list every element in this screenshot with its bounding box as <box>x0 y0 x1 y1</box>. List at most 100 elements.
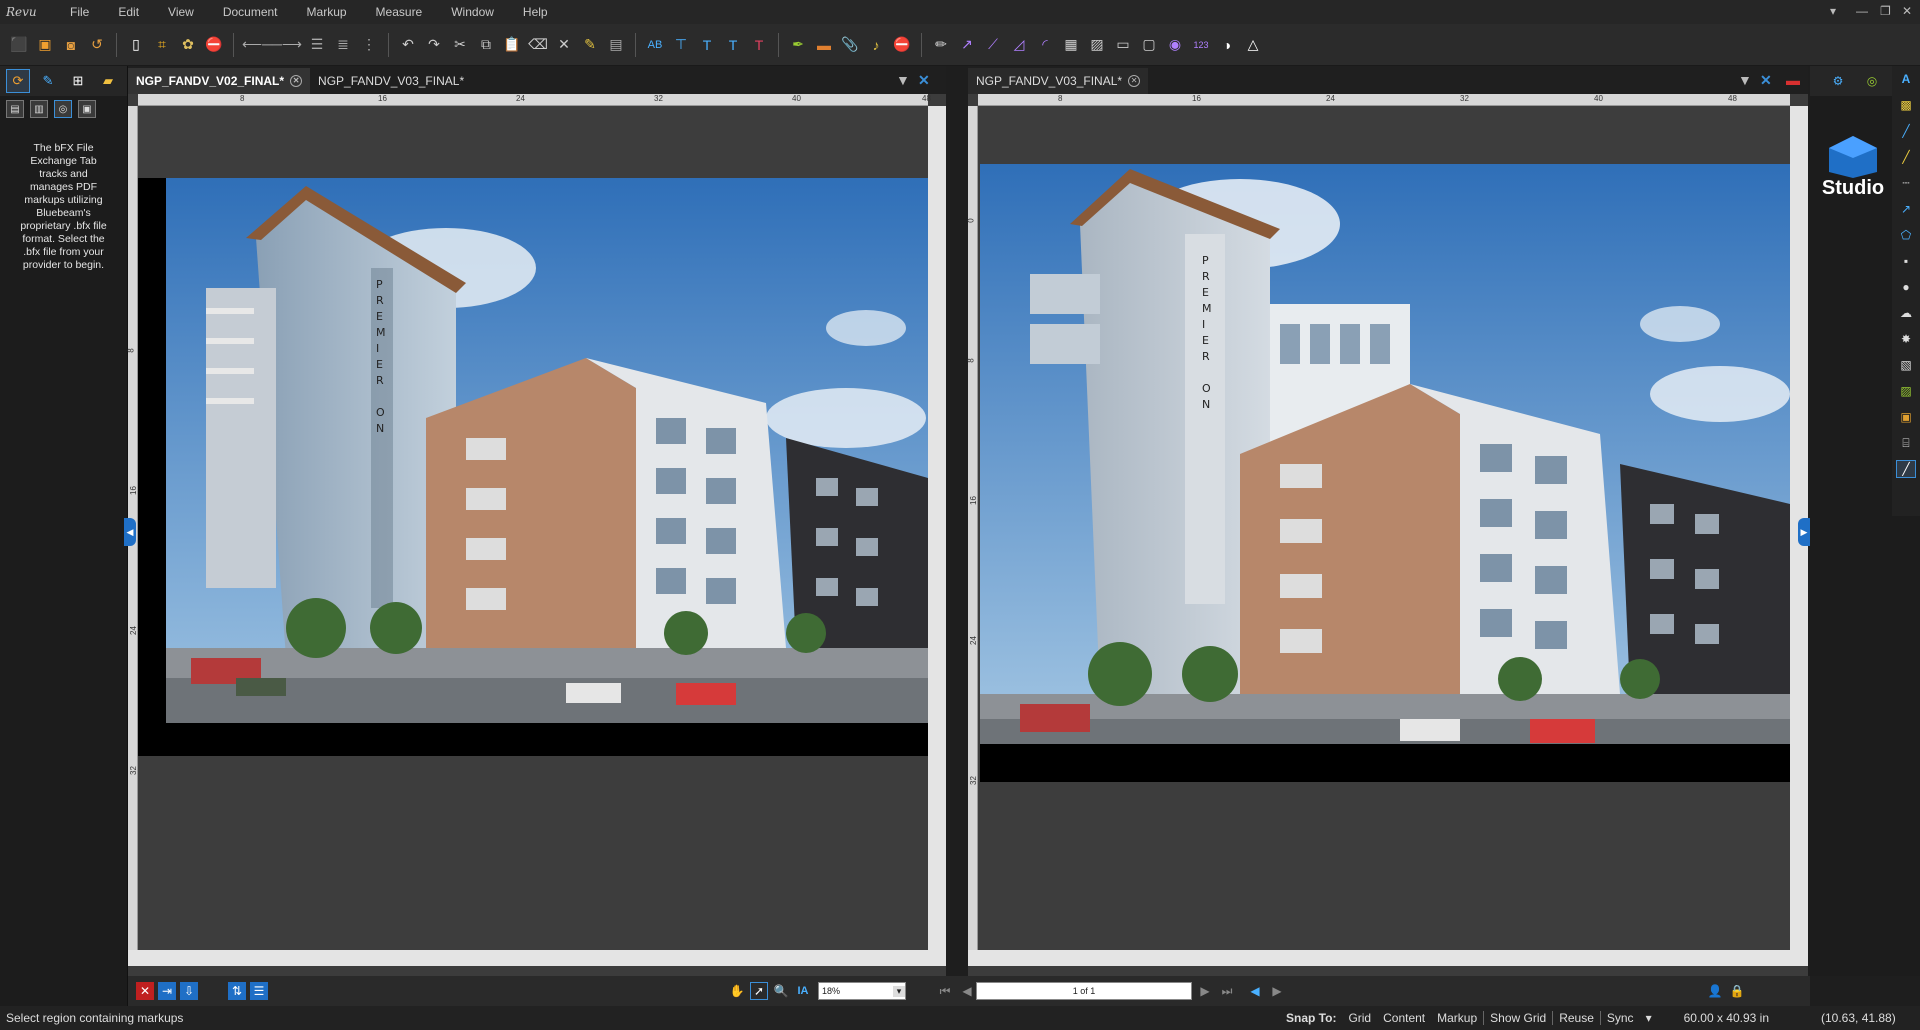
arc-icon[interactable]: ◜ <box>1034 34 1056 56</box>
indent-icon[interactable]: ≣ <box>332 34 354 56</box>
paste-icon[interactable]: 📋 <box>501 34 523 56</box>
line-tool-icon[interactable]: ⟵──⟶ <box>242 34 302 56</box>
menu-help[interactable]: Help <box>509 5 563 19</box>
show-grid-toggle[interactable]: Show Grid <box>1483 1011 1552 1025</box>
page-number-field[interactable]: 1 of 1 <box>976 982 1192 1000</box>
user-icon[interactable]: 👤 <box>1706 982 1724 1000</box>
cloud-tool-icon[interactable]: ☁ <box>1896 304 1916 322</box>
volume-icon[interactable]: ▦ <box>1060 34 1082 56</box>
minimize-button[interactable]: — <box>1856 4 1868 18</box>
left-panel-collapse-icon[interactable]: ◀ <box>124 518 136 546</box>
pan-icon[interactable]: ↺ <box>86 34 108 56</box>
tool-chest-tab-icon[interactable]: ▰ <box>96 69 120 93</box>
snap-grid-toggle[interactable]: Grid <box>1342 1011 1377 1025</box>
vertical-scrollbar[interactable] <box>928 106 946 950</box>
stamp-icon[interactable]: ✎ <box>579 34 601 56</box>
rectangle-tool-icon[interactable]: ▪ <box>1896 252 1916 270</box>
tab-v03-right[interactable]: NGP_FANDV_V03_FINAL* ✕ <box>968 68 1149 94</box>
tab-close-icon[interactable]: ✕ <box>1128 75 1141 87</box>
first-page-icon[interactable]: ⏮ <box>936 982 954 1000</box>
close-document-icon[interactable]: ✕ <box>918 72 930 89</box>
area-icon[interactable]: ▨ <box>1086 34 1108 56</box>
menu-edit[interactable]: Edit <box>104 5 154 19</box>
polygon-icon[interactable]: ◿ <box>1008 34 1030 56</box>
ellipse-tool-icon[interactable]: ● <box>1896 278 1916 296</box>
highlighter-tool-icon[interactable]: ╱ <box>1896 148 1916 166</box>
callout-icon[interactable]: ▢ <box>1138 34 1160 56</box>
dotted-line-icon[interactable]: ┄ <box>1896 174 1916 192</box>
last-page-icon[interactable]: ⏭ <box>1218 982 1236 1000</box>
menu-file[interactable]: File <box>56 5 104 19</box>
text-tool-icon[interactable]: A <box>1896 70 1916 88</box>
tab-v02[interactable]: NGP_FANDV_V02_FINAL* ✕ <box>128 68 311 94</box>
highlight-icon[interactable]: ✒ <box>787 34 809 56</box>
measure-tool-icon[interactable]: ╱ <box>1896 460 1916 478</box>
menu-window[interactable]: Window <box>437 5 509 19</box>
note-tool-icon[interactable]: ▩ <box>1896 96 1916 114</box>
properties-icon[interactable]: ▤ <box>605 34 627 56</box>
next-page-icon[interactable]: ▶ <box>1196 982 1214 1000</box>
polygon-tool-icon[interactable]: ⬠ <box>1896 226 1916 244</box>
stamp-tool-icon[interactable]: ✸ <box>1896 330 1916 348</box>
split-vertical-icon[interactable]: ⇩ <box>180 982 198 1000</box>
delete-icon[interactable]: ✕ <box>553 34 575 56</box>
polyline-icon[interactable]: ⟋ <box>982 34 1004 56</box>
reuse-toggle[interactable]: Reuse <box>1552 1011 1600 1025</box>
select-text-icon[interactable]: IA <box>794 982 812 1000</box>
insert-icon[interactable]: ✿ <box>177 34 199 56</box>
angle-icon[interactable]: ◑ <box>1216 34 1238 56</box>
undo-icon[interactable]: ↶ <box>397 34 419 56</box>
tab-v03[interactable]: NGP_FANDV_V03_FINAL* <box>310 68 472 94</box>
copy-icon[interactable]: ⧉ <box>475 34 497 56</box>
zoom-dropdown-icon[interactable]: ▾ <box>893 985 905 997</box>
bfx-sync-icon[interactable]: ▣ <box>78 100 96 118</box>
outline-icon[interactable]: ⋮ <box>358 34 380 56</box>
flatten-icon[interactable]: ⛔ <box>203 34 225 56</box>
horizontal-scrollbar[interactable] <box>968 950 1808 966</box>
tab-list-icon[interactable]: ▼ <box>896 72 910 88</box>
next-view-icon[interactable]: ▶ <box>1268 982 1286 1000</box>
image-tool-icon[interactable]: ▧ <box>1896 356 1916 374</box>
document-canvas-left[interactable]: PREMIER ON <box>138 106 928 950</box>
binoculars-icon[interactable]: ◎ <box>1862 72 1882 90</box>
camera-tool-icon[interactable]: ⌸ <box>1896 434 1916 452</box>
lock-icon[interactable]: 🔒 <box>1728 982 1746 1000</box>
legend-icon[interactable]: ⛔ <box>891 34 913 56</box>
arrow-icon[interactable]: ↗ <box>956 34 978 56</box>
snapshot-icon[interactable]: ▣ <box>34 34 56 56</box>
list-icon[interactable]: ☰ <box>306 34 328 56</box>
select-tool-icon[interactable]: ⬛ <box>8 34 30 56</box>
zoom-icon[interactable]: 🔍 <box>772 982 790 1000</box>
tab-close-icon[interactable]: ✕ <box>290 75 303 87</box>
capture-tool-icon[interactable]: ▣ <box>1896 408 1916 426</box>
close-all-icon[interactable]: ✕ <box>136 982 154 1000</box>
select-arrow-icon[interactable]: ➚ <box>750 982 768 1000</box>
menu-view[interactable]: View <box>154 5 209 19</box>
previous-view-icon[interactable]: ◀ <box>1246 982 1264 1000</box>
redo-icon[interactable]: ↷ <box>423 34 445 56</box>
split-view-icon[interactable]: ▬ <box>1786 72 1800 88</box>
note-icon[interactable]: ▭ <box>1112 34 1134 56</box>
continuous-icon[interactable]: ☰ <box>250 982 268 1000</box>
menu-document[interactable]: Document <box>209 5 293 19</box>
menu-markup[interactable]: Markup <box>293 5 362 19</box>
text-bottom-icon[interactable]: T <box>748 34 770 56</box>
thumbnails-tab-icon[interactable]: ⊞ <box>66 69 90 93</box>
numbering-icon[interactable]: 123 <box>1190 34 1212 56</box>
close-button[interactable]: ✕ <box>1902 4 1912 18</box>
split-horizontal-icon[interactable]: ⇥ <box>158 982 176 1000</box>
spellcheck-icon[interactable]: AB <box>644 34 666 56</box>
eraser-icon[interactable]: ▬ <box>813 34 835 56</box>
restore-button[interactable]: ❐ <box>1880 4 1891 18</box>
sync-toggle[interactable]: Sync <box>1599 1011 1640 1025</box>
picture-tool-icon[interactable]: ▨ <box>1896 382 1916 400</box>
attachment-icon[interactable]: 📎 <box>839 34 861 56</box>
document-canvas-right[interactable]: PREMIER ON <box>978 106 1790 950</box>
markups-tab-icon[interactable]: ✎ <box>36 69 60 93</box>
tab-list-icon[interactable]: ▼ <box>1738 72 1752 88</box>
settings-icon[interactable]: ⚙ <box>1828 72 1848 90</box>
single-page-icon[interactable]: ⇅ <box>228 982 246 1000</box>
open-bfx-icon[interactable]: ▤ <box>6 100 24 118</box>
pan-hand-icon[interactable]: ✋ <box>728 982 746 1000</box>
export-bfx-icon[interactable]: ▥ <box>30 100 48 118</box>
